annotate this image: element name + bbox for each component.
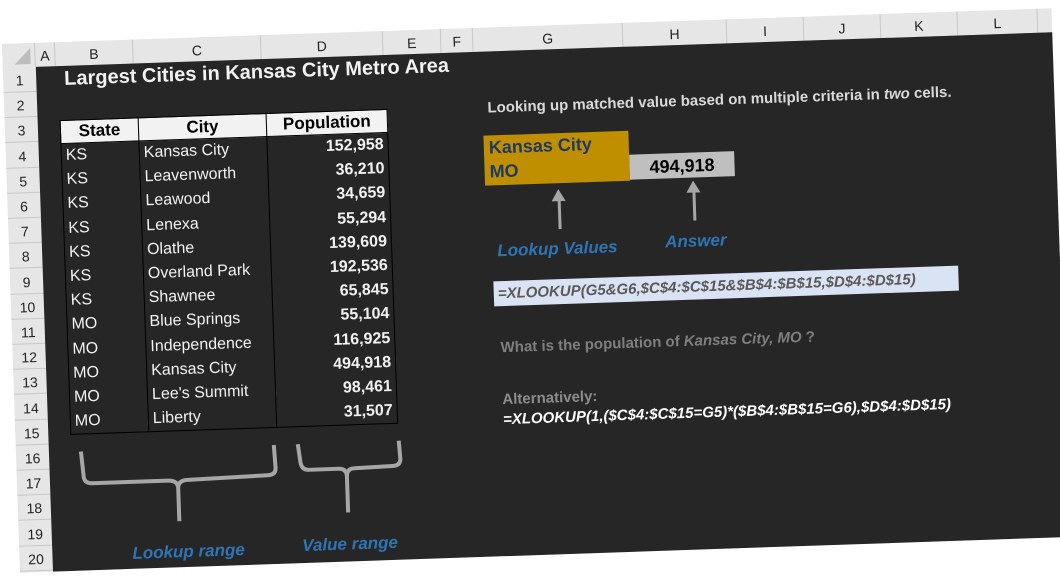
cell-state[interactable]: KS: [61, 165, 141, 193]
arrow-up-icon: [557, 199, 562, 230]
alternative-label: Alternatively:: [502, 387, 598, 409]
cell-state[interactable]: KS: [62, 189, 142, 217]
value-range-label: Value range: [301, 532, 399, 556]
cell-city[interactable]: Liberty: [147, 402, 277, 432]
value-range-brace-icon: [295, 440, 403, 513]
row-header-2[interactable]: 2: [3, 92, 38, 119]
description-emph: two: [883, 85, 911, 104]
row-header-13[interactable]: 13: [13, 369, 47, 396]
header-state[interactable]: State: [60, 117, 139, 144]
answer-label: Answer: [664, 230, 727, 252]
lookup-range-brace-icon: [78, 444, 278, 522]
select-all-triangle-icon: [14, 48, 31, 65]
column-header-e[interactable]: E: [382, 29, 442, 56]
lookup-state-cell[interactable]: MO: [489, 155, 630, 184]
cell-state[interactable]: KS: [60, 140, 140, 169]
cell-state[interactable]: MO: [66, 310, 146, 338]
cell-grid[interactable]: Largest Cities in Kansas City Metro Area…: [35, 32, 1060, 572]
column-header-i[interactable]: I: [726, 16, 805, 44]
lookup-values-label: Lookup Values: [496, 237, 618, 261]
row-header-5[interactable]: 5: [6, 167, 41, 194]
row-header-15[interactable]: 15: [14, 419, 49, 446]
cell-state[interactable]: MO: [69, 407, 149, 435]
row-header-6[interactable]: 6: [7, 192, 41, 219]
lookup-values-cells[interactable]: Kansas City MO: [483, 130, 631, 186]
cell-state[interactable]: MO: [69, 383, 148, 410]
xlookup-formula-main[interactable]: =XLOOKUP(G5&G6,$C$4:$C$15&$B$4:$B$15,$D$…: [493, 265, 959, 307]
question-emph: Kansas City, MO: [683, 328, 802, 350]
row-header-10[interactable]: 10: [10, 293, 45, 320]
column-header-j[interactable]: J: [803, 14, 882, 41]
row-header-4[interactable]: 4: [5, 142, 40, 169]
cell-state[interactable]: KS: [65, 262, 144, 290]
question-pre: What is the population of: [500, 332, 685, 357]
row-header-3[interactable]: 3: [4, 117, 39, 144]
cell-state[interactable]: KS: [64, 238, 144, 265]
spreadsheet: A B C D E F G H I J K L 1 2 3 4 5 6 7 8 9 10 11 12 1…: [2, 8, 1060, 573]
row-header-18[interactable]: 18: [17, 495, 52, 522]
arrow-up-icon: [692, 190, 697, 221]
cell-state[interactable]: MO: [67, 334, 147, 362]
cell-state[interactable]: KS: [63, 213, 143, 241]
answer-cell[interactable]: 494,918: [629, 151, 735, 180]
cell-state[interactable]: KS: [65, 286, 145, 314]
row-header-20[interactable]: 20: [19, 545, 53, 572]
column-header-h[interactable]: H: [622, 19, 728, 47]
row-header-17[interactable]: 17: [16, 469, 51, 496]
select-all-button[interactable]: [2, 42, 36, 68]
row-header-16[interactable]: 16: [15, 444, 50, 471]
description-text: Looking up matched value based on multip…: [487, 84, 952, 117]
row-header-9[interactable]: 9: [9, 268, 44, 295]
description-post: cells.: [909, 83, 952, 103]
column-header-b[interactable]: B: [54, 39, 134, 67]
row-header-8[interactable]: 8: [8, 243, 43, 270]
cell-state[interactable]: MO: [68, 358, 148, 386]
description-pre: Looking up matched value based on multip…: [487, 86, 885, 117]
row-header-11[interactable]: 11: [11, 318, 46, 345]
row-header-7[interactable]: 7: [7, 217, 42, 245]
lookup-range-label: Lookup range: [132, 540, 246, 563]
row-header-14[interactable]: 14: [13, 394, 48, 421]
row-header-19[interactable]: 19: [18, 520, 53, 547]
column-header-l[interactable]: L: [957, 8, 1039, 36]
question-post: ?: [801, 328, 816, 346]
column-header-f[interactable]: F: [440, 27, 474, 54]
cities-table: State City Population KS Kansas City 152,9…: [60, 109, 399, 435]
column-header-a[interactable]: A: [34, 42, 56, 67]
column-header-k[interactable]: K: [880, 11, 959, 39]
row-header-1[interactable]: 1: [2, 66, 37, 93]
question-text: What is the population of Kansas City, M…: [500, 329, 815, 357]
row-header-12[interactable]: 12: [12, 343, 47, 370]
cell-population[interactable]: 31,507: [275, 398, 398, 428]
